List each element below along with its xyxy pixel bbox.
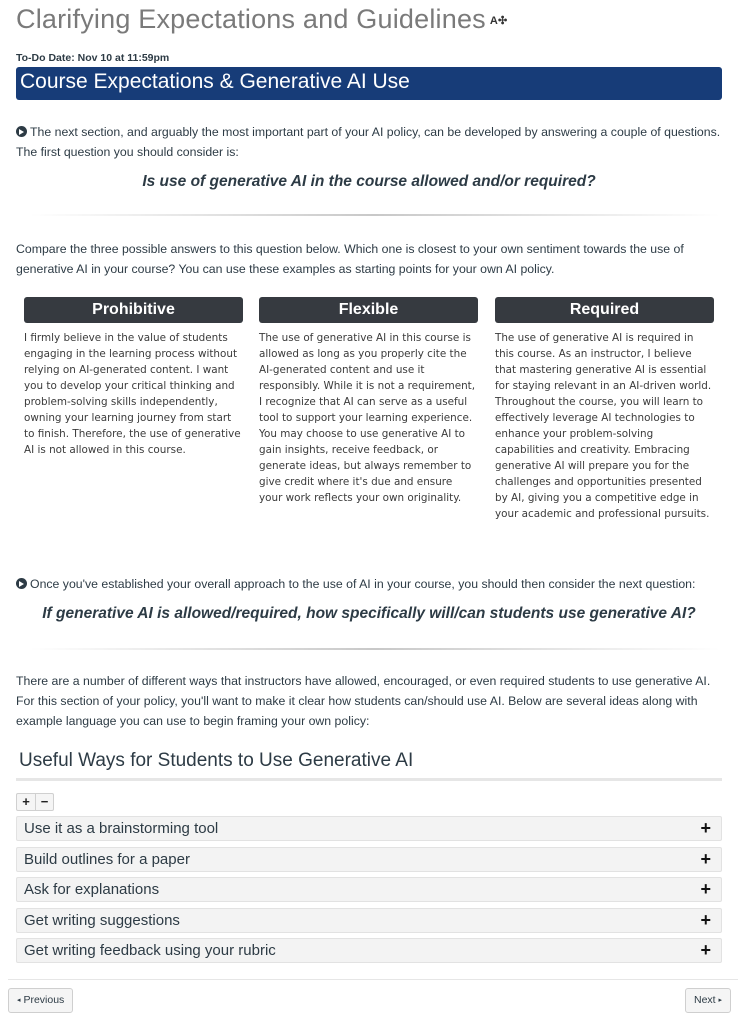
accordion-item-label: Build outlines for a paper: [24, 851, 190, 868]
plus-icon[interactable]: +: [700, 818, 711, 839]
section2-intro-text: Once you've established your overall app…: [30, 577, 696, 591]
page-title: Clarifying Expectations and Guidelines A✣: [16, 4, 507, 35]
accordion-title: Useful Ways for Students to Use Generati…: [16, 750, 722, 781]
section1-intro: The next section, and arguably the most …: [16, 122, 728, 162]
divider: [30, 214, 720, 216]
section-banner: Course Expectations & Generative AI Use: [16, 67, 722, 100]
expand-collapse-controls: + −: [16, 793, 54, 811]
section2-intro: Once you've established your overall app…: [16, 574, 728, 594]
plus-icon[interactable]: +: [700, 879, 711, 900]
question-2: If generative AI is allowed/required, ho…: [42, 605, 696, 622]
question-1: Is use of generative AI in the course al…: [142, 173, 596, 190]
page-title-text: Clarifying Expectations and Guidelines: [16, 4, 486, 34]
compare-text: Compare the three possible answers to th…: [16, 242, 684, 276]
column-heading: Prohibitive: [24, 297, 243, 323]
column-heading: Required: [495, 297, 714, 323]
column-required: Required The use of generative AI is req…: [495, 297, 714, 522]
accessibility-check-icon[interactable]: A✣: [490, 15, 508, 27]
section1-intro-text: The next section, and arguably the most …: [16, 125, 721, 159]
column-heading: Flexible: [259, 297, 478, 323]
plus-icon[interactable]: +: [700, 940, 711, 961]
expand-all-button[interactable]: +: [17, 794, 35, 810]
previous-button[interactable]: ◂ Previous: [8, 988, 74, 1013]
section2-body: There are a number of different ways tha…: [16, 674, 711, 728]
next-label: Next: [694, 994, 716, 1006]
next-button[interactable]: Next ▸: [685, 988, 732, 1013]
plus-icon[interactable]: +: [700, 849, 711, 870]
accordion-item[interactable]: Get writing suggestions +: [16, 908, 722, 933]
column-prohibitive: Prohibitive I firmly believe in the valu…: [24, 297, 243, 458]
accordion-item-label: Ask for explanations: [24, 881, 160, 898]
accordion-item-label: Get writing feedback using your rubric: [24, 942, 276, 959]
plus-icon[interactable]: +: [700, 910, 711, 931]
column-body: I firmly believe in the value of student…: [24, 332, 241, 456]
column-flexible: Flexible The use of generative AI in thi…: [259, 297, 478, 506]
caret-left-icon: ◂: [17, 997, 21, 1004]
accordion-item-label: Use it as a brainstorming tool: [24, 820, 219, 837]
accordion-item[interactable]: Use it as a brainstorming tool +: [16, 816, 722, 841]
arrow-circle-icon: [16, 578, 27, 589]
previous-label: Previous: [23, 994, 65, 1006]
accordion-item[interactable]: Build outlines for a paper +: [16, 847, 722, 872]
arrow-circle-icon: [16, 126, 27, 137]
column-body: The use of generative AI in this course …: [259, 332, 476, 504]
column-body: The use of generative AI is required in …: [495, 332, 712, 520]
caret-right-icon: ▸: [718, 997, 723, 1004]
collapse-all-button[interactable]: −: [35, 794, 53, 810]
todo-date: To-Do Date: Nov 10 at 11:59pm: [16, 52, 170, 64]
accordion-item-label: Get writing suggestions: [24, 912, 180, 929]
footer-divider: [8, 979, 738, 980]
accordion-item[interactable]: Ask for explanations +: [16, 877, 722, 902]
divider: [30, 648, 720, 650]
accordion-item[interactable]: Get writing feedback using your rubric +: [16, 938, 722, 963]
